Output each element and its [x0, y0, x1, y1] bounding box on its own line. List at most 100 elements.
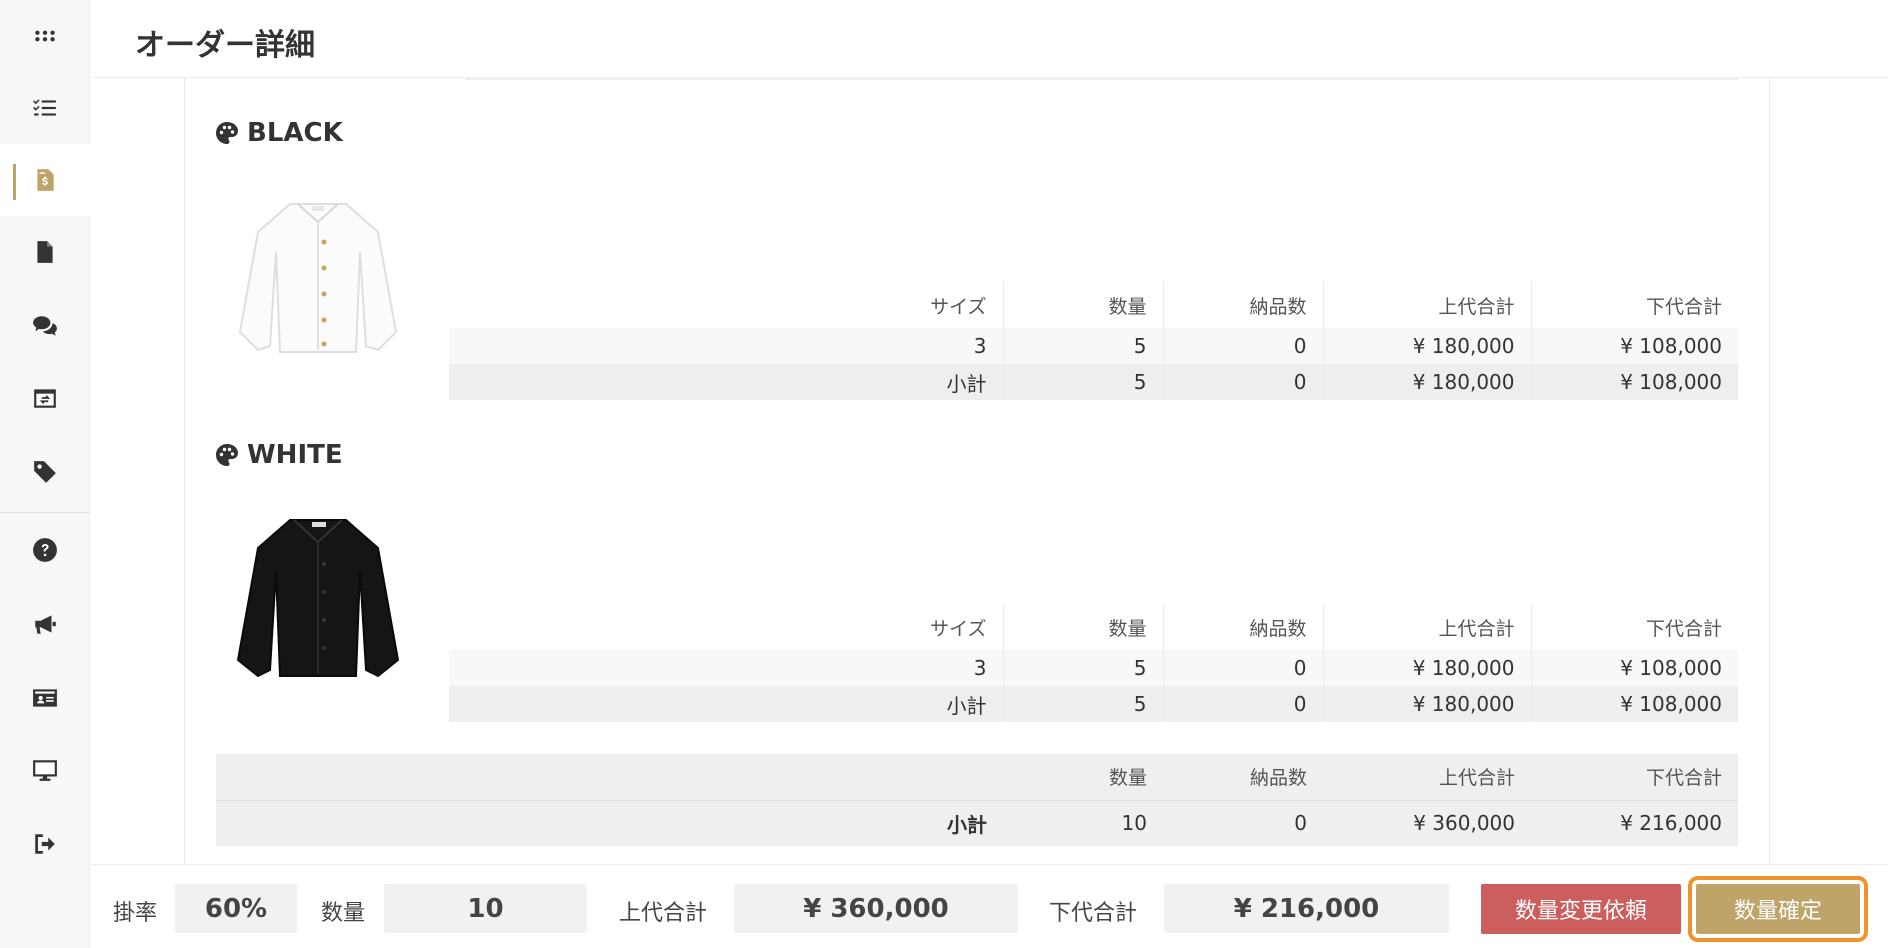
col-qty: 数量	[1002, 604, 1163, 650]
sidebar-item-menu[interactable]	[0, 0, 90, 72]
sidebar-item-tags[interactable]	[0, 436, 90, 508]
monitor-icon	[33, 760, 57, 781]
sidebar-item-messages[interactable]	[0, 290, 90, 362]
sidebar-item-display[interactable]	[0, 734, 90, 806]
variant-color-title: WHITE	[215, 440, 343, 470]
col-wholesale-total: 下代合計	[1531, 754, 1738, 801]
grid-icon	[35, 30, 55, 42]
retail-total-value: ¥ 360,000	[734, 884, 1018, 933]
calendar-icon	[34, 389, 56, 408]
checklist-icon	[33, 99, 56, 116]
subtotal-row: 小計 5 0 ¥ 180,000 ¥ 108,000	[449, 686, 1738, 722]
sidebar-item-logout[interactable]	[0, 808, 90, 880]
palette-icon	[216, 444, 238, 466]
cell-delivered: 0	[1162, 328, 1323, 364]
document-icon	[37, 241, 53, 263]
size-table: サイズ 数量 納品数 上代合計 下代合計 3 5 0 ¥ 180,000 ¥ 1…	[449, 282, 1738, 400]
col-retail-total: 上代合計	[1323, 754, 1531, 801]
col-wholesale-total: 下代合計	[1530, 282, 1738, 328]
qty-value: 10	[384, 884, 587, 933]
variant-color-label: WHITE	[247, 440, 343, 470]
order-detail-panel	[184, 78, 1770, 864]
cell-size: 3	[449, 650, 1003, 686]
table-header-row: サイズ 数量 納品数 上代合計 下代合計	[449, 604, 1738, 650]
col-size: サイズ	[930, 295, 987, 318]
id-card-icon	[33, 689, 57, 707]
wholesale-total-label: 下代合計	[1049, 901, 1138, 926]
cell-retail-total: ¥ 180,000	[1322, 686, 1531, 722]
invoice-icon	[37, 169, 54, 191]
help-icon	[33, 538, 57, 562]
cell-qty: 5	[1002, 686, 1163, 722]
table-header-row: サイズ 数量 納品数 上代合計 下代合計	[449, 282, 1738, 328]
grand-total-row: 小計 10 0 ¥ 360,000 ¥ 216,000	[216, 800, 1738, 846]
cell-qty: 5	[1002, 328, 1163, 364]
sidebar-item-announcements[interactable]	[0, 588, 90, 660]
cell-delivered: 0	[1162, 650, 1323, 686]
footer-bar: 掛率 60% 数量 10 上代合計 ¥ 360,000 下代合計 ¥ 216,0…	[91, 864, 1888, 948]
cell-wholesale-total: ¥ 216,000	[1620, 811, 1722, 836]
logout-icon	[35, 834, 55, 854]
qty-label: 数量	[321, 901, 366, 926]
col-delivered: 納品数	[1162, 604, 1323, 650]
megaphone-icon	[35, 615, 56, 634]
retail-total-label: 上代合計	[619, 901, 708, 926]
sidebar-divider	[0, 512, 90, 513]
rate-label: 掛率	[113, 901, 158, 926]
col-delivered: 納品数	[1162, 282, 1323, 328]
cell-qty: 5	[1002, 650, 1163, 686]
cell-retail-total: ¥ 180,000	[1322, 364, 1531, 400]
sidebar-item-orders[interactable]	[0, 144, 90, 216]
sidebar-item-help[interactable]	[0, 514, 90, 586]
cell-subtotal-label: 小計	[449, 364, 1003, 400]
table-header-row: 数量 納品数 上代合計 下代合計	[216, 754, 1738, 801]
cell-qty: 10	[1121, 811, 1147, 836]
cell-wholesale-total: ¥ 108,000	[1530, 686, 1738, 722]
variant-color-title: BLACK	[215, 118, 343, 148]
table-row: 3 5 0 ¥ 180,000 ¥ 108,000	[449, 650, 1738, 686]
cell-wholesale-total: ¥ 108,000	[1530, 364, 1738, 400]
page-title: オーダー詳細	[135, 28, 315, 63]
col-retail-total: 上代合計	[1322, 604, 1531, 650]
sidebar-item-documents[interactable]	[0, 216, 90, 288]
cell-retail-total: ¥ 180,000	[1322, 650, 1531, 686]
wholesale-total-value: ¥ 216,000	[1164, 884, 1449, 933]
cell-subtotal-label: 小計	[947, 812, 987, 837]
confirm-quantity-button[interactable]: 数量確定	[1688, 876, 1868, 942]
cell-retail-total: ¥ 360,000	[1413, 811, 1515, 836]
black-jacket-image	[236, 519, 400, 678]
tag-icon	[34, 461, 56, 483]
col-delivered: 納品数	[1163, 754, 1323, 801]
col-wholesale-total: 下代合計	[1530, 604, 1738, 650]
cell-subtotal-label: 小計	[449, 686, 1003, 722]
product-image[interactable]	[228, 514, 408, 684]
cell-delivered: 0	[1162, 364, 1323, 400]
sidebar-item-tasks[interactable]	[0, 72, 90, 144]
variant-color-label: BLACK	[247, 118, 343, 148]
product-image[interactable]	[228, 192, 408, 362]
header: オーダー詳細	[91, 0, 1888, 78]
col-retail-total: 上代合計	[1322, 282, 1531, 328]
cell-qty: 5	[1002, 364, 1163, 400]
sidebar-item-calendar[interactable]	[0, 362, 90, 434]
col-qty: 数量	[1003, 754, 1163, 801]
cell-wholesale-total: ¥ 108,000	[1530, 328, 1738, 364]
col-qty: 数量	[1002, 282, 1163, 328]
sidebar-item-profile[interactable]	[0, 662, 90, 734]
request-quantity-change-button[interactable]: 数量変更依頼	[1481, 884, 1681, 934]
table-row: 3 5 0 ¥ 180,000 ¥ 108,000	[449, 328, 1738, 364]
grand-total-table: 数量 納品数 上代合計 下代合計 小計 10 0 ¥ 360,000 ¥ 216…	[216, 754, 1738, 846]
white-jacket-image	[238, 203, 398, 353]
rate-value: 60%	[175, 884, 297, 933]
cell-delivered: 0	[1162, 686, 1323, 722]
sidebar	[0, 0, 90, 948]
size-table: サイズ 数量 納品数 上代合計 下代合計 3 5 0 ¥ 180,000 ¥ 1…	[449, 604, 1738, 722]
palette-icon	[216, 122, 238, 144]
chat-icon	[33, 316, 57, 336]
cell-size: 3	[449, 328, 1003, 364]
col-size: サイズ	[930, 617, 987, 640]
subtotal-row: 小計 5 0 ¥ 180,000 ¥ 108,000	[449, 364, 1738, 400]
cell-delivered: 0	[1294, 811, 1307, 836]
divider	[465, 78, 1738, 80]
cell-wholesale-total: ¥ 108,000	[1530, 650, 1738, 686]
